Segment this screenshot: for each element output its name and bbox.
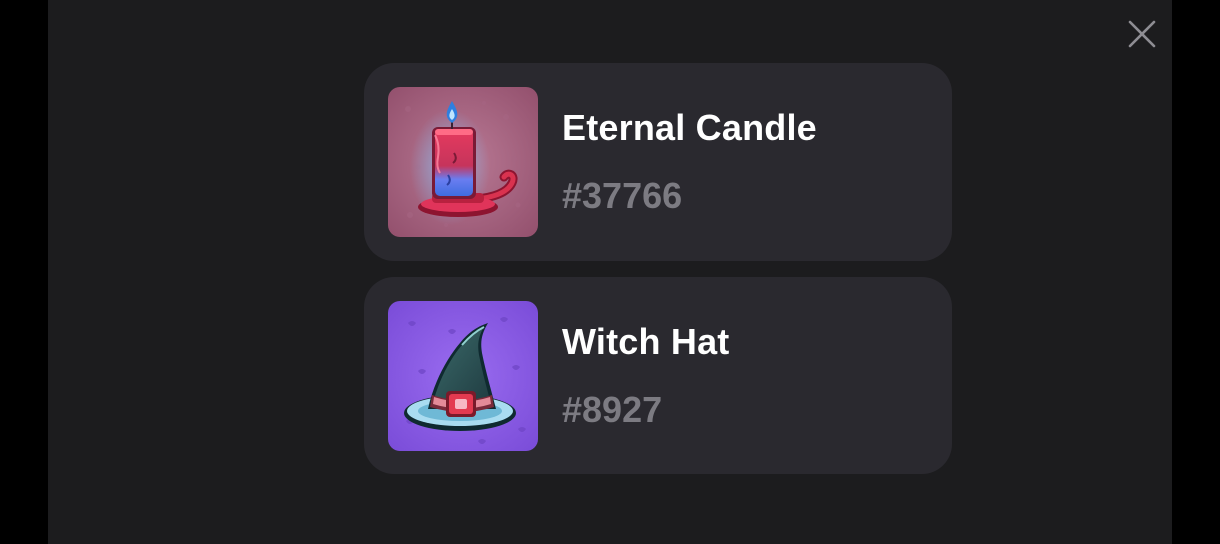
item-thumbnail: [388, 301, 538, 451]
close-button[interactable]: [1124, 16, 1160, 52]
items-modal: Eternal Candle #37766 Witch Hat #8927: [48, 0, 1172, 544]
screen-backdrop: Eternal Candle #37766 Witch Hat #8927: [0, 0, 1220, 544]
item-name: Eternal Candle: [562, 107, 817, 148]
item-id: #37766: [562, 175, 683, 216]
witch-hat-icon: [388, 301, 538, 451]
item-card-eternal-candle[interactable]: Eternal Candle #37766: [364, 63, 952, 261]
candle-icon: [388, 87, 538, 237]
item-name: Witch Hat: [562, 321, 730, 362]
item-thumbnail: [388, 87, 538, 237]
item-id: #8927: [562, 389, 663, 430]
close-icon: [1128, 20, 1156, 48]
item-card-witch-hat[interactable]: Witch Hat #8927: [364, 277, 952, 474]
